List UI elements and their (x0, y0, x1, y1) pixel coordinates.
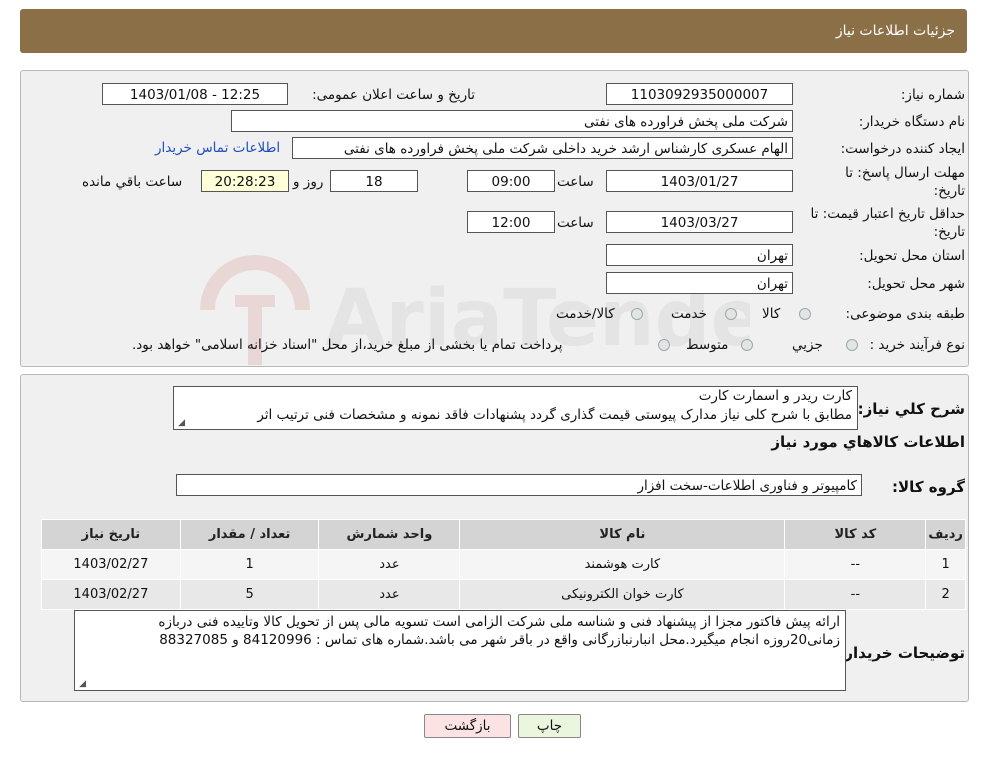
category-radio-service[interactable] (725, 308, 737, 320)
process-option-minor: جزیي (792, 337, 823, 353)
watermark-logo: AriaTender.neT (190, 250, 982, 384)
validity-label-date: تاریخ: (933, 224, 965, 240)
announce-field: 1403/01/08 - 12:25 (102, 83, 288, 105)
category-option-goods: کالا (762, 306, 781, 322)
cell-quantity: 5 (179, 579, 320, 610)
category-radio-goods[interactable] (799, 308, 811, 320)
col-unit: واحد شمارش (318, 519, 461, 550)
goods-info-title: اطلاعات كالاهاي مورد نياز (771, 433, 965, 451)
process-radio-medium[interactable] (741, 339, 753, 351)
buyer-notes-line-1: ارائه پیش فاکتور مجزا از پیشنهاد فنی و ش… (158, 614, 840, 630)
summary-line-1: کارت ریدر و اسمارت کارت (698, 388, 852, 404)
process-radio-treasury[interactable] (658, 339, 670, 351)
buyer-notes-line-2: زمانی20روزه انجام میگیرد.محل انبارنبازرگ… (159, 632, 840, 648)
summary-line-2: مطابق با شرح کلی نیاز مدارک پیوستی قیمت … (257, 407, 852, 423)
table-row: 2 -- کارت خوان الکترونیکی عدد 5 1403/02/… (41, 579, 966, 610)
buyer-org-field: شرکت ملی پخش فراورده های نفتی (231, 110, 793, 132)
cell-unit: عدد (318, 549, 461, 580)
buyer-org-label: نام دستگاه خریدار: (858, 114, 965, 130)
cell-unit: عدد (318, 579, 461, 610)
goods-table-header: رديف کد کالا نام کالا واحد شمارش تعداد /… (41, 519, 966, 550)
col-quantity: تعداد / مقدار (179, 519, 320, 550)
col-row: رديف (925, 519, 966, 550)
goods-table: رديف کد کالا نام کالا واحد شمارش تعداد /… (41, 519, 966, 610)
buyer-contact-link[interactable]: اطلاعات تماس خریدار (155, 140, 280, 156)
validity-time-field: 12:00 (467, 211, 555, 233)
validity-label: حداقل تاریخ اعتبار قیمت: تا (810, 206, 965, 222)
remaining-time-field: 20:28:23 (201, 170, 289, 192)
summary-textarea[interactable]: کارت ریدر و اسمارت کارت مطابق با شرح کلی… (173, 386, 858, 430)
cell-row: 2 (925, 579, 966, 610)
resize-handle-icon[interactable]: ◢ (176, 419, 185, 428)
cell-name: کارت خوان الکترونیکی (459, 579, 786, 610)
cell-name: کارت هوشمند (459, 549, 786, 580)
remaining-label: ساعت باقي مانده (82, 174, 183, 190)
process-radio-minor[interactable] (846, 339, 858, 351)
col-name: نام کالا (459, 519, 786, 550)
cell-code: -- (784, 579, 927, 610)
days-label: روز و (293, 174, 324, 190)
city-field: تهران (606, 272, 793, 294)
category-label: طبقه بندی موضوعی: (845, 306, 965, 322)
goods-group-label: گروه کالا: (892, 478, 965, 496)
col-need-date: تاریخ نیاز (41, 519, 181, 550)
deadline-date-field: 1403/01/27 (606, 170, 793, 192)
creator-field: الهام عسکری کارشناس ارشد خرید داخلی شرکت… (292, 137, 793, 159)
deadline-label: مهلت ارسال پاسخ: تا (845, 165, 965, 181)
buyer-notes-textarea[interactable]: ارائه پیش فاکتور مجزا از پیشنهاد فنی و ش… (74, 610, 846, 691)
col-code: کد کالا (784, 519, 927, 550)
table-row: 1 -- کارت هوشمند عدد 1 1403/02/27 (41, 549, 966, 580)
cell-need-date: 1403/02/27 (41, 579, 181, 610)
page-header: جزئیات اطلاعات نیاز (20, 9, 967, 53)
cell-quantity: 1 (179, 549, 320, 580)
deadline-label-date: تاریخ: (933, 183, 965, 199)
days-remaining-field: 18 (330, 170, 418, 192)
print-button[interactable]: چاپ (518, 714, 581, 738)
deadline-time-label: ساعت (557, 174, 594, 190)
buyer-notes-label: توضیحات خریدار: (838, 644, 965, 662)
resize-handle-icon[interactable]: ◢ (77, 680, 86, 689)
city-label: شهر محل تحویل: (867, 276, 965, 292)
validity-time-label: ساعت (557, 215, 594, 231)
category-option-service: خدمت (671, 306, 707, 322)
back-button[interactable]: بازگشت (424, 714, 511, 738)
cell-code: -- (784, 549, 927, 580)
need-number-field: 1103092935000007 (606, 83, 793, 105)
process-label: نوع فرآیند خرید : (869, 337, 965, 353)
goods-group-field: کامپیوتر و فناوری اطلاعات-سخت افزار (176, 474, 862, 496)
category-option-goods-service: کالا/خدمت (556, 306, 615, 322)
creator-label: ایجاد کننده درخواست: (840, 141, 965, 157)
province-field: تهران (606, 244, 793, 266)
summary-label: شرح كلي نياز: (857, 400, 965, 418)
deadline-time-field: 09:00 (467, 170, 555, 192)
cell-row: 1 (925, 549, 966, 580)
validity-date-field: 1403/03/27 (606, 211, 793, 233)
announce-label: تاریخ و ساعت اعلان عمومی: (312, 87, 475, 103)
category-radio-goods-service[interactable] (631, 308, 643, 320)
province-label: استان محل تحویل: (859, 248, 965, 264)
cell-need-date: 1403/02/27 (41, 549, 181, 580)
page-title: جزئیات اطلاعات نیاز (835, 23, 955, 39)
process-note: پرداخت تمام یا بخشی از مبلغ خرید،از محل … (132, 337, 563, 353)
process-option-medium: متوسط (686, 337, 729, 353)
need-number-label: شماره نیاز: (900, 87, 965, 103)
